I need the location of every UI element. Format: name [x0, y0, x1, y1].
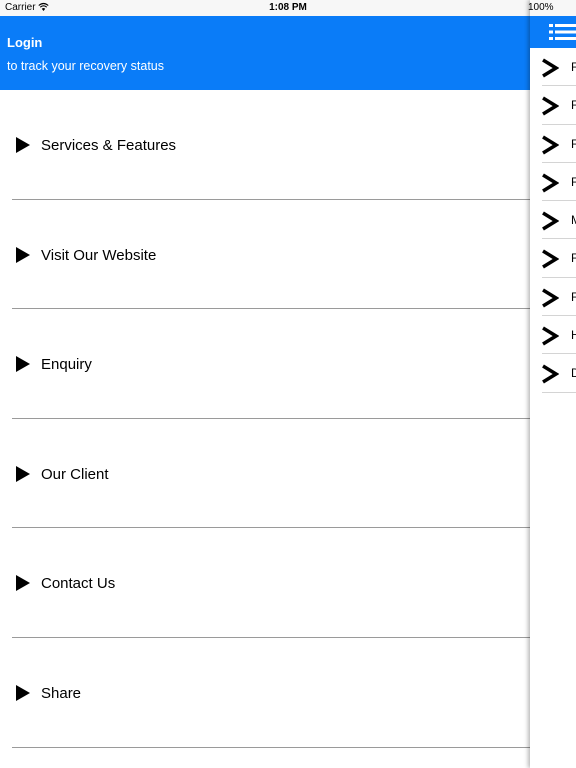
menu-item-label: Contact Us: [41, 575, 116, 593]
chevron-right-icon: [542, 211, 559, 231]
drawer-item-label: F: [571, 136, 576, 151]
drawer-item[interactable]: F: [530, 125, 576, 163]
menu-item-contact-us[interactable]: Contact Us: [0, 528, 576, 638]
login-header[interactable]: Login to track your recovery status: [0, 16, 576, 90]
drawer-item-label: F: [571, 98, 576, 113]
play-arrow-icon: [16, 465, 30, 482]
main-menu-list: Services & Features Visit Our Website En…: [0, 90, 576, 748]
menu-item-our-client[interactable]: Our Client: [0, 419, 576, 529]
chevron-right-icon: [542, 288, 559, 308]
drawer-item[interactable]: D: [530, 354, 576, 393]
menu-item-visit-website[interactable]: Visit Our Website: [0, 200, 576, 310]
chevron-right-icon: [542, 173, 559, 193]
menu-item-label: Our Client: [41, 465, 109, 483]
play-arrow-icon: [16, 137, 30, 153]
list-menu-icon: [549, 24, 576, 40]
drawer-item[interactable]: F: [530, 86, 576, 125]
drawer-item[interactable]: F: [530, 278, 576, 317]
chevron-right-icon: [542, 96, 559, 116]
login-title[interactable]: Login: [7, 35, 42, 50]
drawer-item[interactable]: M: [530, 201, 576, 240]
play-arrow-icon: [16, 684, 30, 701]
login-subtitle: to track your recovery status: [7, 59, 165, 73]
chevron-right-icon: [542, 249, 559, 269]
drawer-item-label: F: [571, 251, 576, 266]
side-drawer: 100% F F F F F F H D: [528, 0, 576, 768]
drawer-menu-button[interactable]: [530, 16, 576, 48]
divider: [12, 746, 576, 748]
drawer-item-label: M: [571, 213, 576, 227]
drawer-item-label: F: [571, 174, 576, 189]
menu-item-share[interactable]: Share: [0, 638, 576, 748]
menu-item-label: Enquiry: [41, 356, 92, 374]
status-bar: Carrier 1:08 PM: [0, 0, 576, 16]
play-arrow-icon: [16, 356, 30, 373]
drawer-item-label: H: [571, 328, 576, 343]
status-time: 1:08 PM: [269, 2, 307, 13]
drawer-item-label: F: [571, 60, 576, 74]
drawer-list: F F F F M F F: [530, 48, 576, 393]
drawer-item[interactable]: H: [530, 316, 576, 355]
play-arrow-icon: [16, 575, 30, 592]
chevron-right-icon: [542, 364, 559, 384]
drawer-item-label: F: [571, 289, 576, 304]
drawer-item[interactable]: F: [530, 48, 576, 87]
chevron-right-icon: [542, 135, 559, 155]
chevron-right-icon: [542, 326, 559, 346]
play-arrow-icon: [16, 246, 30, 263]
menu-item-enquiry[interactable]: Enquiry: [0, 309, 576, 419]
drawer-item[interactable]: F: [530, 163, 576, 202]
drawer-status-area: 100%: [528, 0, 576, 16]
chevron-right-icon: [542, 58, 559, 78]
menu-item-services-features[interactable]: Services & Features: [0, 90, 576, 200]
divider: [542, 391, 576, 393]
drawer-item[interactable]: F: [530, 239, 576, 278]
menu-item-label: Share: [41, 684, 82, 702]
drawer-item-label: D: [571, 366, 576, 381]
menu-item-label: Services & Features: [41, 137, 177, 154]
menu-item-label: Visit Our Website: [41, 246, 157, 264]
battery-percentage: 100%: [528, 2, 554, 13]
